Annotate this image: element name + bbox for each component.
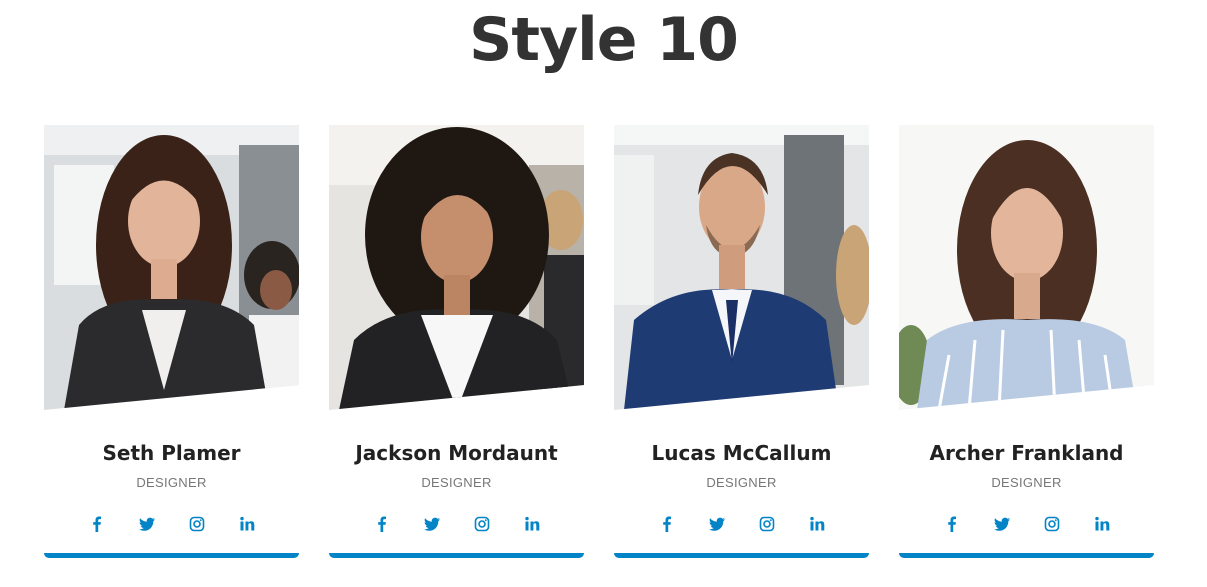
facebook-icon [377, 516, 386, 532]
linkedin-icon [524, 516, 539, 531]
team-card: Lucas McCallum DESIGNER [614, 125, 869, 558]
social-links [329, 513, 584, 535]
facebook-link[interactable] [941, 513, 963, 535]
member-role: DESIGNER [706, 475, 777, 490]
team-card: Seth Plamer DESIGNER [44, 125, 299, 558]
twitter-icon [138, 517, 155, 531]
instagram-icon [1044, 516, 1059, 532]
member-name: Lucas McCallum [651, 441, 832, 465]
linkedin-link[interactable] [1091, 513, 1113, 535]
linkedin-icon [239, 516, 254, 531]
facebook-link[interactable] [86, 513, 108, 535]
social-links [44, 513, 299, 535]
member-name: Seth Plamer [102, 441, 241, 465]
facebook-link[interactable] [371, 513, 393, 535]
member-photo [329, 125, 584, 410]
facebook-icon [92, 516, 101, 532]
member-photo [44, 125, 299, 410]
facebook-icon [947, 516, 956, 532]
member-name: Jackson Mordaunt [355, 441, 558, 465]
member-name: Archer Frankland [929, 441, 1124, 465]
twitter-icon [993, 517, 1010, 531]
facebook-link[interactable] [656, 513, 678, 535]
page-title: Style 10 [469, 5, 739, 75]
instagram-link[interactable] [471, 513, 493, 535]
twitter-link[interactable] [991, 513, 1013, 535]
linkedin-link[interactable] [806, 513, 828, 535]
linkedin-icon [809, 516, 824, 531]
team-card: Archer Frankland DESIGNER [899, 125, 1154, 558]
member-role: DESIGNER [136, 475, 207, 490]
twitter-link[interactable] [136, 513, 158, 535]
twitter-icon [423, 517, 440, 531]
social-links [899, 513, 1154, 535]
social-links [614, 513, 869, 535]
linkedin-link[interactable] [521, 513, 543, 535]
linkedin-icon [1094, 516, 1109, 531]
team-cards: Seth Plamer DESIGNER Jackson Mordaunt DE… [44, 125, 1154, 558]
instagram-icon [474, 516, 489, 532]
instagram-link[interactable] [186, 513, 208, 535]
instagram-icon [189, 516, 204, 532]
instagram-link[interactable] [756, 513, 778, 535]
member-role: DESIGNER [421, 475, 492, 490]
twitter-link[interactable] [706, 513, 728, 535]
twitter-icon [708, 517, 725, 531]
linkedin-link[interactable] [236, 513, 258, 535]
instagram-link[interactable] [1041, 513, 1063, 535]
instagram-icon [759, 516, 774, 532]
facebook-icon [662, 516, 671, 532]
team-card: Jackson Mordaunt DESIGNER [329, 125, 584, 558]
member-photo [899, 125, 1154, 410]
twitter-link[interactable] [421, 513, 443, 535]
member-role: DESIGNER [991, 475, 1062, 490]
member-photo [614, 125, 869, 410]
